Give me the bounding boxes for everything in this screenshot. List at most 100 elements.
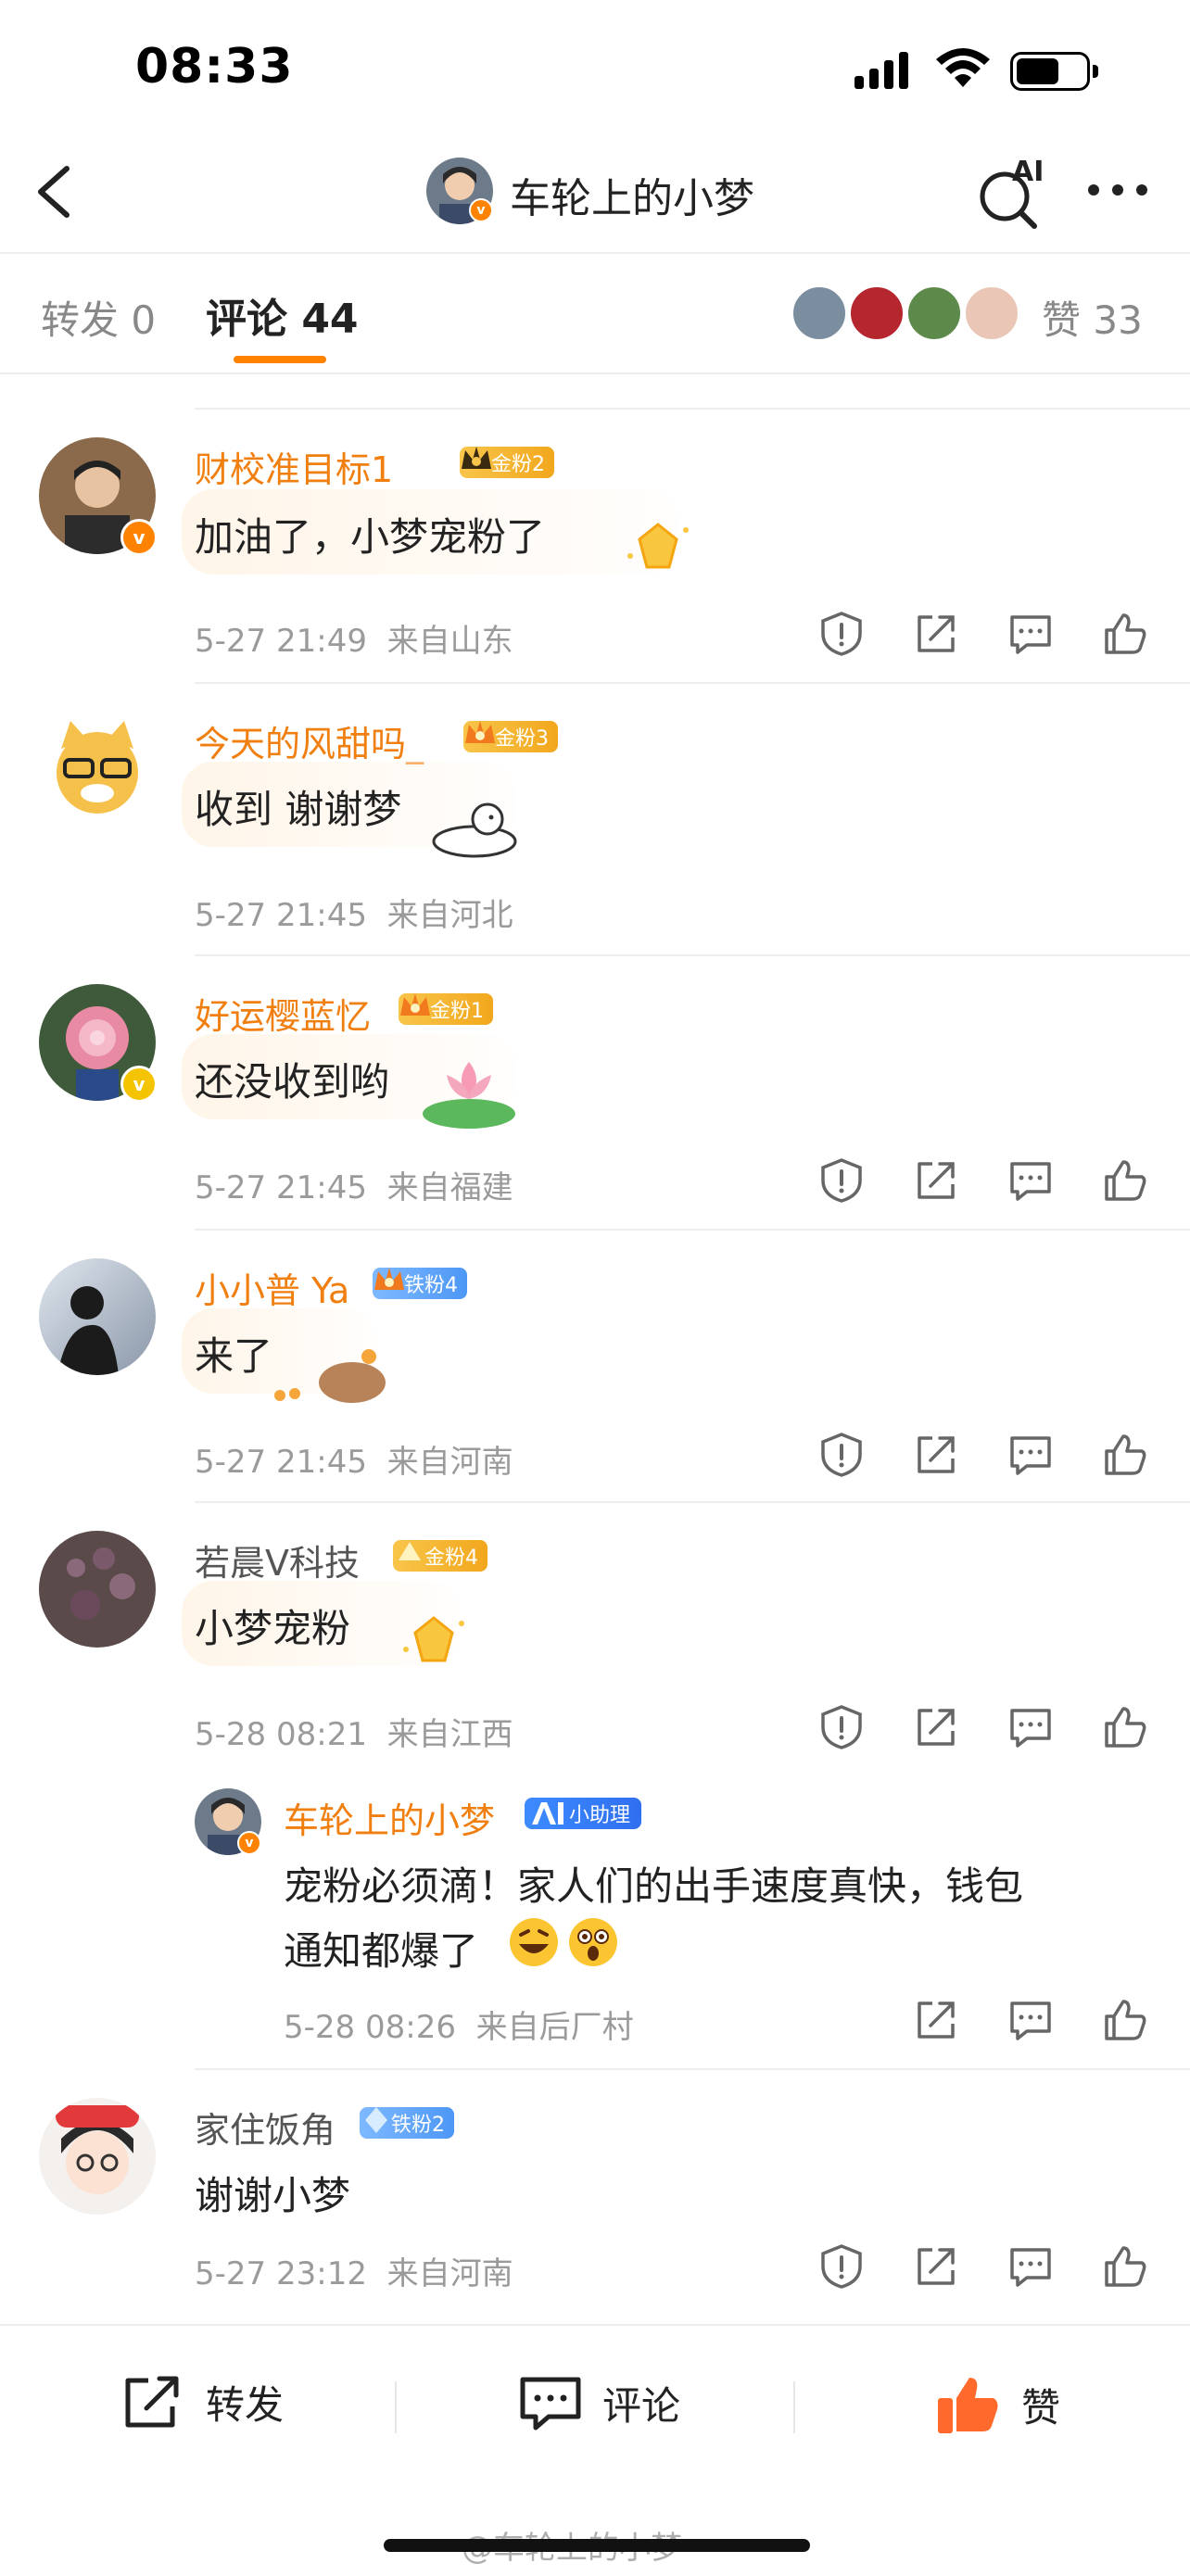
like-icon[interactable] — [1101, 1431, 1149, 1479]
ai-label: AI — [1012, 156, 1044, 188]
crown-icon — [462, 447, 491, 469]
like-filled-icon — [938, 2378, 998, 2433]
fan-badge: 金粉1 — [399, 993, 493, 1025]
commenter-avatar[interactable] — [39, 712, 156, 828]
crown-icon — [465, 721, 495, 743]
comment-meta: 5-27 21:45 来自河南 — [195, 1444, 513, 1481]
share-icon[interactable] — [912, 2242, 960, 2291]
liker-avatar — [964, 285, 1019, 341]
crown-icon — [374, 1268, 404, 1290]
ai-search-button[interactable]: AI — [973, 156, 1047, 230]
comment-meta: 5-27 23:12 来自河南 — [195, 2255, 513, 2292]
comment-meta: 5-28 08:21 来自江西 — [195, 1716, 513, 1753]
share-icon[interactable] — [912, 1156, 960, 1205]
comment-text: 谢谢小梦 — [195, 2173, 351, 2218]
fan-badge: 金粉4 — [393, 1540, 487, 1572]
comment-divider — [195, 2068, 1190, 2070]
comment-text: 加油了，小梦宠粉了 — [195, 514, 546, 560]
shocked-emoji-icon — [569, 1918, 617, 1966]
reply-icon[interactable] — [1006, 610, 1055, 658]
reply-icon[interactable] — [1006, 2242, 1055, 2291]
battery-level — [1017, 58, 1058, 84]
share-icon[interactable] — [912, 1703, 960, 1751]
comment-divider — [195, 1229, 1190, 1231]
like-icon[interactable] — [1101, 1156, 1149, 1205]
fan-badge: 金粉3 — [463, 721, 558, 752]
like-icon[interactable] — [1101, 1703, 1149, 1751]
assistant-badge: 小助理 — [525, 1798, 642, 1829]
comment-divider — [195, 1501, 1190, 1503]
comment-meta: 5-27 21:45 来自河北 — [195, 897, 513, 934]
nav-divider — [0, 252, 1190, 254]
reply-meta: 5-28 08:26 来自后厂村 — [284, 2009, 634, 2046]
verified-badge-icon: v — [237, 1831, 261, 1855]
report-icon[interactable] — [817, 1431, 866, 1479]
comment-meta: 5-27 21:45 来自福建 — [195, 1169, 513, 1206]
verified-badge-icon: v — [120, 1066, 158, 1103]
likers-avatar-group[interactable] — [791, 285, 1023, 341]
wifi-icon — [936, 48, 990, 87]
reply-icon[interactable] — [1006, 1996, 1055, 2044]
tab-active-indicator — [234, 356, 326, 363]
crown-icon — [399, 1542, 421, 1560]
diamond-icon — [365, 2107, 387, 2133]
back-icon[interactable] — [26, 158, 85, 226]
like-icon[interactable] — [1101, 1996, 1149, 2044]
repost-button[interactable]: 转发 — [122, 2374, 284, 2431]
liker-avatar — [906, 285, 962, 341]
report-icon[interactable] — [817, 610, 866, 658]
report-icon[interactable] — [817, 1703, 866, 1751]
page-title: 车轮上的小梦 — [510, 175, 754, 222]
comment-username[interactable]: 小小普 Ya — [195, 1262, 349, 1313]
commenter-avatar[interactable] — [39, 2098, 156, 2215]
like-button[interactable]: 赞 — [936, 2374, 1060, 2435]
comment-button[interactable]: 评论 — [519, 2374, 680, 2431]
reply-icon[interactable] — [1006, 1156, 1055, 1205]
liker-avatar — [849, 285, 905, 341]
comment-username[interactable]: 家住饭角 — [195, 2102, 335, 2153]
commenter-avatar[interactable] — [39, 1531, 156, 1648]
verified-badge-icon: v — [120, 519, 158, 556]
share-icon[interactable] — [912, 1431, 960, 1479]
bottom-bar-separator — [793, 2381, 795, 2433]
comment-username[interactable]: 若晨Ⅴ科技 — [195, 1534, 360, 1585]
comment-icon — [520, 2377, 581, 2431]
gem-decoration-icon — [403, 1616, 464, 1662]
tab-likes[interactable]: 赞 33 — [1042, 289, 1143, 346]
verified-badge-icon: v — [469, 198, 493, 222]
cellular-signal-icon — [855, 52, 908, 89]
reply-text-line1: 宠粉必须滴！家人们的出手速度真快，钱包 — [284, 1863, 1024, 1909]
report-icon[interactable] — [817, 2242, 866, 2291]
comment-username[interactable]: 好运樱蓝忆 — [195, 988, 371, 1039]
capybara-sticker-icon — [274, 1349, 386, 1403]
share-icon[interactable] — [912, 1996, 960, 2044]
like-icon[interactable] — [1101, 2242, 1149, 2291]
comment-divider — [195, 954, 1190, 956]
dog-sticker-icon — [432, 802, 517, 858]
home-indicator[interactable] — [384, 2539, 810, 2552]
comment-username[interactable]: 财校准目标1 — [195, 441, 393, 492]
gem-decoration-icon — [627, 523, 689, 569]
reply-username[interactable]: 车轮上的小梦 — [284, 1792, 495, 1843]
report-icon[interactable] — [817, 1156, 866, 1205]
previous-comment-clipped — [195, 374, 1190, 408]
laughing-emoji-icon — [510, 1918, 558, 1966]
comment-username[interactable]: 今天的风甜吗_ — [195, 715, 424, 766]
reply-icon[interactable] — [1006, 1431, 1055, 1479]
battery-icon — [1010, 52, 1099, 93]
reply-icon[interactable] — [1006, 1703, 1055, 1751]
fan-badge: 铁粉4 — [373, 1268, 467, 1299]
tab-repost[interactable]: 转发 0 — [41, 289, 156, 346]
comment-text: 还没收到哟 — [195, 1059, 390, 1105]
lotus-sticker-icon — [423, 1062, 515, 1129]
like-icon[interactable] — [1101, 610, 1149, 658]
tab-comment[interactable]: 评论 44 — [206, 285, 359, 345]
share-icon[interactable] — [912, 610, 960, 658]
bottom-bar-separator — [395, 2381, 397, 2433]
comment-text: 小梦宠粉 — [195, 1606, 351, 1651]
more-options-icon[interactable] — [1084, 176, 1151, 204]
crown-icon — [400, 993, 430, 1016]
fan-badge: 铁粉2 — [360, 2107, 454, 2139]
commenter-avatar[interactable] — [39, 1258, 156, 1375]
status-time: 08:33 — [135, 39, 294, 95]
